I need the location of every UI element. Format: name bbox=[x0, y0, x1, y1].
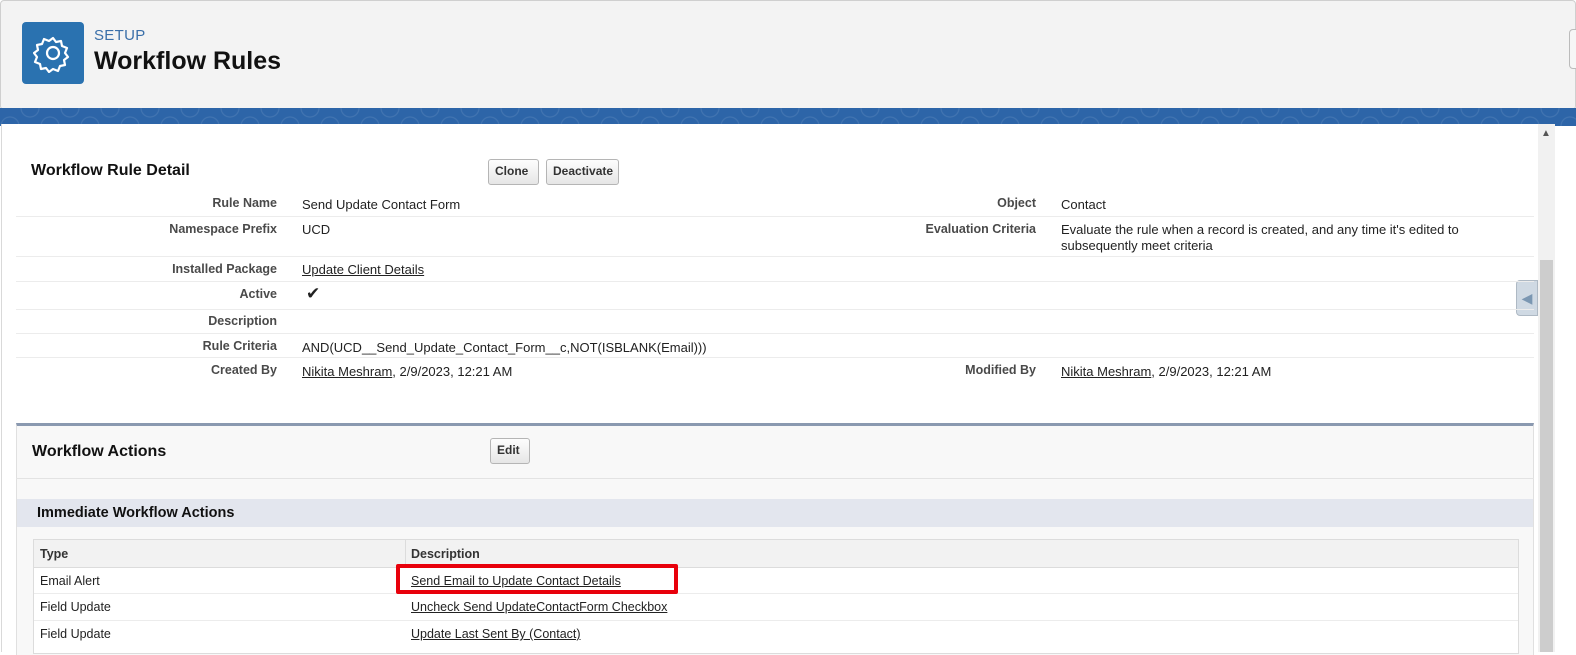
immediate-actions-title: Immediate Workflow Actions bbox=[37, 505, 235, 521]
created-by-label: Created By bbox=[211, 363, 277, 377]
field-update-link[interactable]: Uncheck Send UpdateContactForm Checkbox bbox=[411, 600, 667, 614]
edit-actions-button[interactable]: Edit bbox=[490, 438, 530, 464]
evaluation-criteria-line1: Evaluate the rule when a record is creat… bbox=[1061, 222, 1459, 237]
collapse-panel-icon[interactable]: ◀ bbox=[1516, 280, 1538, 316]
column-header-description: Description bbox=[411, 547, 480, 561]
modified-by-user-link[interactable]: Nikita Meshram bbox=[1061, 364, 1151, 379]
highlight-box bbox=[396, 564, 678, 594]
scrollbar-thumb[interactable] bbox=[1540, 260, 1553, 652]
field-update-link[interactable]: Update Last Sent By (Contact) bbox=[411, 627, 581, 641]
actions-table: Type Description Email Alert Send Email … bbox=[33, 539, 1519, 654]
rule-criteria-value: AND(UCD__Send_Update_Contact_Form__c,NOT… bbox=[302, 340, 707, 355]
installed-package-label: Installed Package bbox=[172, 262, 277, 276]
deactivate-button[interactable]: Deactivate bbox=[546, 159, 619, 185]
table-row-type: Field Update bbox=[40, 627, 111, 641]
namespace-label: Namespace Prefix bbox=[169, 222, 277, 236]
gear-icon bbox=[22, 22, 84, 84]
scroll-up-arrow-icon[interactable]: ▲ bbox=[1541, 128, 1551, 139]
created-by-date: , 2/9/2023, 12:21 AM bbox=[392, 364, 513, 379]
evaluation-criteria-line2: subsequently meet criteria bbox=[1061, 238, 1213, 253]
created-by-value: Nikita Meshram, 2/9/2023, 12:21 AM bbox=[302, 364, 512, 379]
modified-by-label: Modified By bbox=[965, 363, 1036, 377]
divider bbox=[16, 478, 1534, 479]
page-header: SETUP Workflow Rules bbox=[0, 0, 1576, 110]
clone-button[interactable]: Clone bbox=[488, 159, 539, 185]
active-check-icon: ✔ bbox=[306, 284, 321, 303]
object-value: Contact bbox=[1061, 197, 1106, 212]
installed-package-link[interactable]: Update Client Details bbox=[302, 262, 424, 277]
active-label: Active bbox=[239, 287, 277, 301]
page-title: Workflow Rules bbox=[94, 47, 282, 75]
created-by-user-link[interactable]: Nikita Meshram bbox=[302, 364, 392, 379]
namespace-value: UCD bbox=[302, 222, 331, 237]
immediate-actions-bar bbox=[17, 499, 1533, 527]
rule-name-label: Rule Name bbox=[212, 196, 277, 210]
modified-by-date: , 2/9/2023, 12:21 AM bbox=[1151, 364, 1272, 379]
column-header-type: Type bbox=[40, 547, 69, 561]
rule-name-value: Send Update Contact Form bbox=[302, 197, 461, 212]
actions-table-header: Type Description bbox=[34, 540, 1518, 568]
workflow-actions-title: Workflow Actions bbox=[32, 443, 167, 460]
evaluation-criteria-label: Evaluation Criteria bbox=[925, 222, 1036, 236]
description-label: Description bbox=[208, 314, 277, 328]
rule-criteria-label: Rule Criteria bbox=[202, 339, 277, 353]
table-row-type: Email Alert bbox=[40, 574, 100, 588]
header-kicker: SETUP bbox=[94, 27, 146, 44]
header-edge-control[interactable] bbox=[1569, 29, 1576, 69]
modified-by-value: Nikita Meshram, 2/9/2023, 12:21 AM bbox=[1061, 364, 1271, 379]
table-row-type: Field Update bbox=[40, 600, 111, 614]
detail-section-title: Workflow Rule Detail bbox=[31, 162, 190, 179]
object-label: Object bbox=[997, 196, 1036, 210]
